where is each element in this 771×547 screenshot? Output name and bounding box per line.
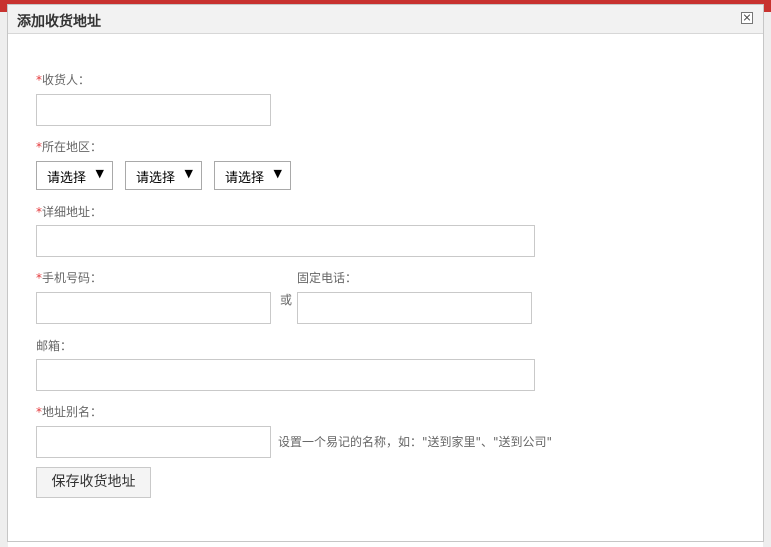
triangle-down-icon: ▼ <box>273 167 282 180</box>
consignee-input[interactable] <box>36 94 271 126</box>
alias-hint: 设置一个易记的名称，如："送到家里"、"送到公司" <box>278 435 553 449</box>
mobile-label: *手机号码： <box>36 269 102 286</box>
mobile-input[interactable] <box>36 292 271 324</box>
triangle-down-icon: ▼ <box>95 167 104 180</box>
or-text: 或 <box>280 293 293 307</box>
city-select-value: 请选择 <box>136 171 176 186</box>
address-input[interactable] <box>36 225 535 257</box>
region-label-text: 所在地区： <box>42 140 103 154</box>
dialog-title: 添加收货地址 <box>17 14 101 30</box>
close-icon[interactable] <box>741 12 753 24</box>
region-label: *所在地区： <box>36 138 102 155</box>
district-select-value: 请选择 <box>225 171 265 186</box>
district-select[interactable]: 请选择 ▼ <box>214 161 291 190</box>
alias-input[interactable] <box>36 426 271 458</box>
province-select-value: 请选择 <box>47 171 87 186</box>
address-label: *详细地址： <box>36 203 102 220</box>
triangle-down-icon: ▼ <box>184 167 193 180</box>
province-select[interactable]: 请选择 ▼ <box>36 161 113 190</box>
city-select[interactable]: 请选择 ▼ <box>125 161 202 190</box>
alias-label-text: 地址别名： <box>42 405 103 419</box>
add-address-dialog: 添加收货地址 *收货人： *所在地区： 请选择 ▼ 请选择 ▼ 请选择 ▼ *详… <box>7 4 764 542</box>
email-label: 邮箱： <box>36 339 73 353</box>
phone-input[interactable] <box>297 292 532 324</box>
backdrop-page-right <box>763 12 771 547</box>
mobile-label-text: 手机号码： <box>42 271 103 285</box>
address-label-text: 详细地址： <box>42 205 103 219</box>
email-input[interactable] <box>36 359 535 391</box>
phone-label: 固定电话： <box>297 271 358 285</box>
dialog-header: 添加收货地址 <box>8 5 763 34</box>
alias-label: *地址别名： <box>36 403 102 420</box>
consignee-label-text: 收货人： <box>42 73 91 87</box>
save-address-button[interactable]: 保存收货地址 <box>36 467 151 498</box>
consignee-label: *收货人： <box>36 71 90 88</box>
